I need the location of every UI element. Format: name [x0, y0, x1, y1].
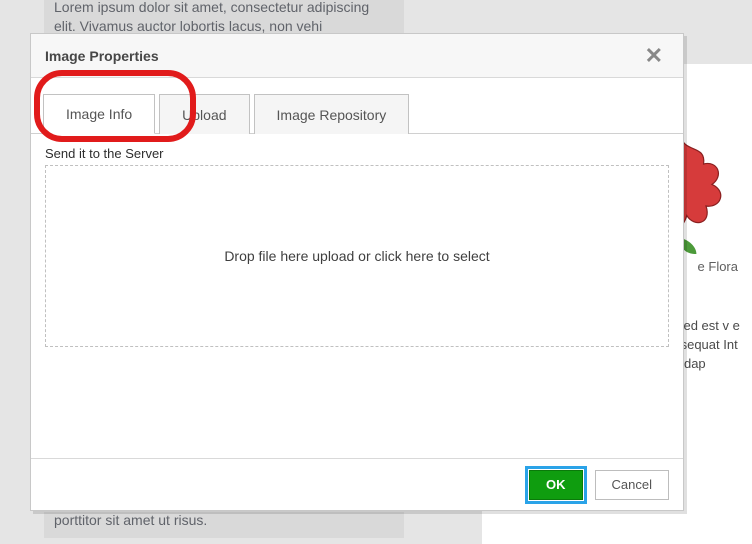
cancel-label: Cancel	[612, 477, 652, 492]
tab-image-repository[interactable]: Image Repository	[254, 94, 410, 134]
tab-label: Image Info	[66, 106, 132, 122]
tab-label: Image Repository	[277, 107, 387, 123]
dropzone-text: Drop file here upload or click here to s…	[224, 248, 489, 264]
tabs-row: Image Info Upload Image Repository	[31, 78, 683, 134]
section-label: Send it to the Server	[45, 146, 669, 161]
dialog-body: Send it to the Server Drop file here upl…	[31, 134, 683, 347]
tab-image-info[interactable]: Image Info	[43, 94, 155, 134]
bg-left-top: Lorem ipsum dolor sit amet, consectetur …	[54, 0, 369, 34]
dialog-title: Image Properties	[45, 48, 159, 64]
close-icon[interactable]: ✕	[639, 41, 669, 71]
image-properties-dialog: Image Properties ✕ Image Info Upload Ima…	[30, 33, 684, 511]
dialog-header: Image Properties ✕	[31, 34, 683, 78]
tab-upload[interactable]: Upload	[159, 94, 249, 134]
file-drop-zone[interactable]: Drop file here upload or click here to s…	[45, 165, 669, 347]
bg-left-bottom-text: porttitor sit amet ut risus.	[54, 512, 207, 528]
tab-label: Upload	[182, 107, 226, 123]
cancel-button[interactable]: Cancel	[595, 470, 669, 500]
ok-button[interactable]: OK	[529, 470, 583, 500]
background-left-bottom: porttitor sit amet ut risus.	[44, 512, 404, 538]
dialog-footer: OK Cancel	[31, 458, 683, 510]
ok-label: OK	[546, 477, 566, 492]
